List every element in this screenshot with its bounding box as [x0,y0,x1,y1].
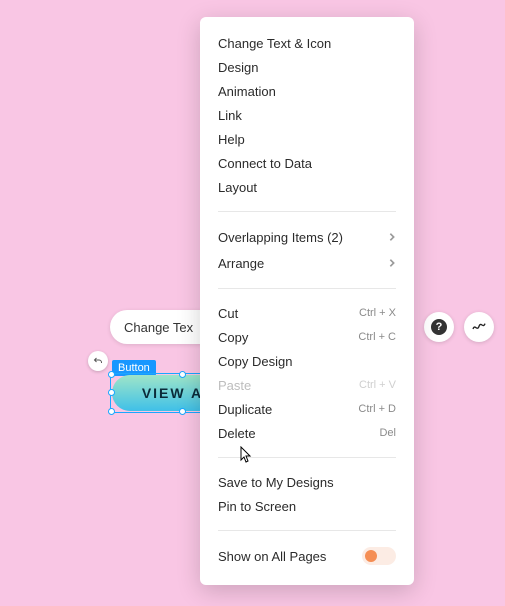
menu-copy-design[interactable]: Copy Design [200,349,414,373]
resize-handle[interactable] [108,389,115,396]
menu-arrange[interactable]: Arrange [200,250,414,276]
menu-pin-to-screen[interactable]: Pin to Screen [200,494,414,518]
menu-duplicate[interactable]: Duplicate Ctrl + D [200,397,414,421]
undo-icon [92,355,104,367]
show-on-all-pages-toggle[interactable] [362,547,396,565]
menu-paste: Paste Ctrl + V [200,373,414,397]
menu-overlapping-items[interactable]: Overlapping Items (2) [200,224,414,250]
element-type-tag: Button [112,360,156,376]
resize-handle[interactable] [179,371,186,378]
animation-button[interactable] [464,312,494,342]
menu-separator [218,530,396,531]
menu-link[interactable]: Link [200,103,414,127]
menu-show-on-all-pages[interactable]: Show on All Pages [200,543,414,569]
chevron-right-icon [388,230,396,245]
menu-separator [218,457,396,458]
menu-design[interactable]: Design [200,55,414,79]
context-menu: Change Text & Icon Design Animation Link… [200,17,414,585]
menu-separator [218,211,396,212]
menu-layout[interactable]: Layout [200,175,414,199]
menu-delete[interactable]: Delete Del [200,421,414,445]
undo-badge[interactable] [88,351,108,371]
menu-separator [218,288,396,289]
resize-handle[interactable] [108,371,115,378]
menu-cut[interactable]: Cut Ctrl + X [200,301,414,325]
chevron-right-icon [388,256,396,271]
resize-handle[interactable] [179,408,186,415]
menu-copy[interactable]: Copy Ctrl + C [200,325,414,349]
zigzag-icon [471,319,487,335]
menu-change-text-and-icon[interactable]: Change Text & Icon [200,31,414,55]
menu-animation[interactable]: Animation [200,79,414,103]
resize-handle[interactable] [108,408,115,415]
question-icon: ? [431,319,447,335]
help-button[interactable]: ? [424,312,454,342]
menu-save-to-my-designs[interactable]: Save to My Designs [200,470,414,494]
toolbar-change-text-label[interactable]: Change Tex [124,320,193,335]
menu-connect-to-data[interactable]: Connect to Data [200,151,414,175]
menu-help[interactable]: Help [200,127,414,151]
